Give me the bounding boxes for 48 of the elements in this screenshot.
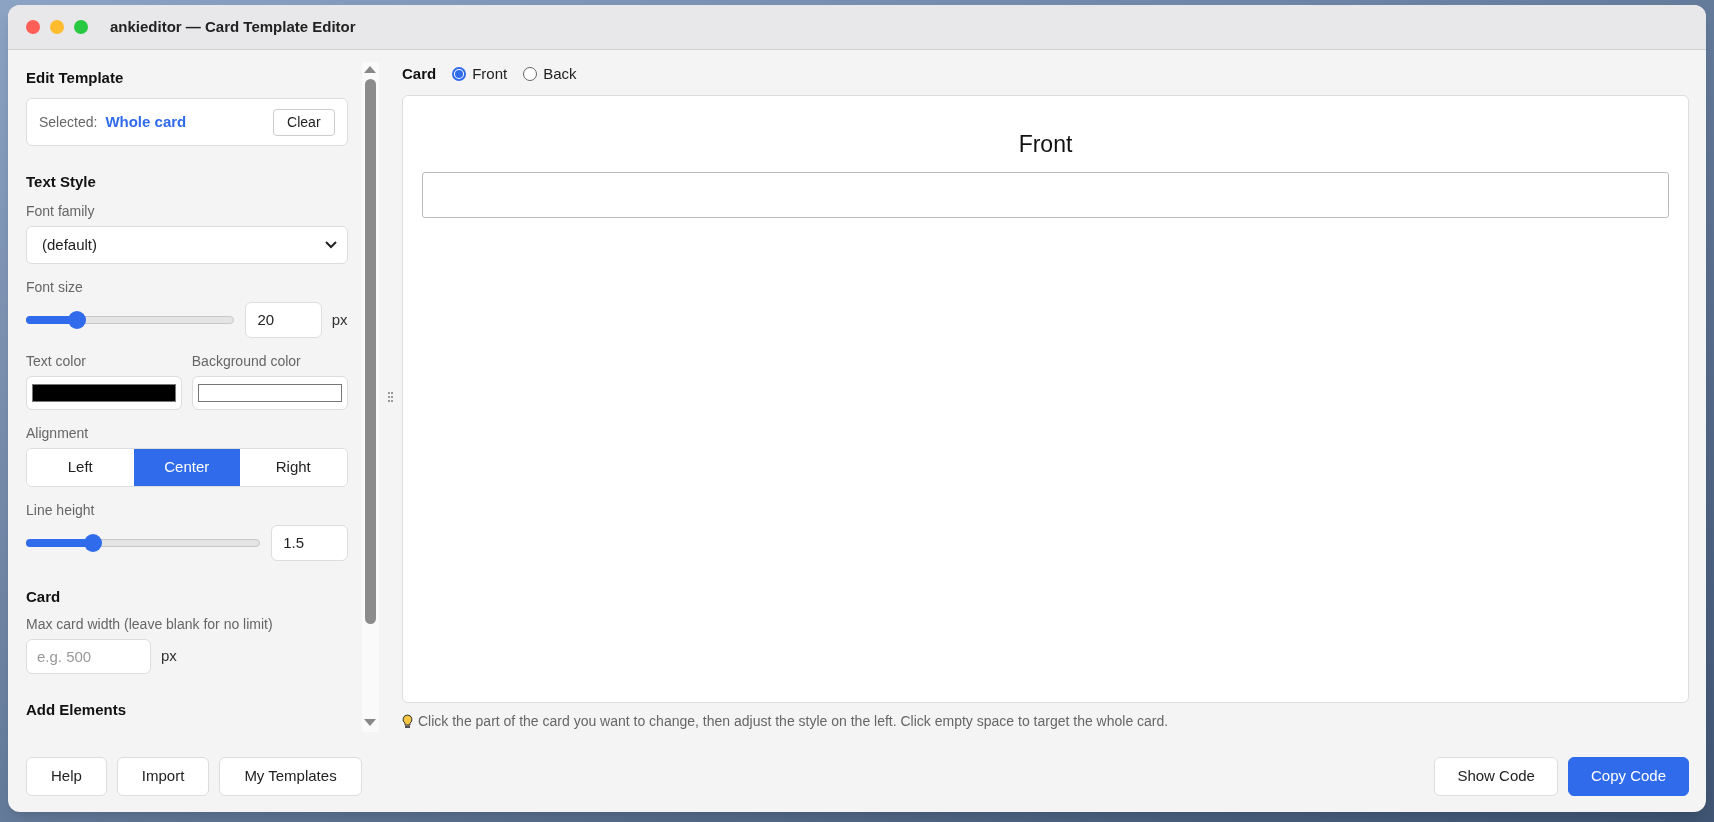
side-radio[interactable]: Front: [452, 62, 508, 86]
side-radio[interactable]: Back: [523, 62, 577, 86]
unit-label: px: [161, 646, 177, 667]
card-preview[interactable]: Front: [402, 95, 1689, 703]
footer-button[interactable]: My Templates: [219, 757, 362, 796]
slider-thumb[interactable]: [84, 534, 103, 552]
selection-value: Whole card: [105, 111, 187, 132]
color-picker[interactable]: [26, 376, 182, 410]
max-width-field[interactable]: e.g. 500: [26, 639, 151, 674]
selection-label: Selected:: [39, 112, 98, 132]
section-heading: Edit Template: [26, 68, 125, 88]
maximize-button[interactable]: [74, 20, 88, 34]
alignment-tab[interactable]: Center: [133, 449, 241, 486]
answer-box[interactable]: [422, 171, 1669, 218]
scroll-up-icon[interactable]: [364, 66, 377, 73]
color-picker[interactable]: [191, 376, 348, 410]
number-field[interactable]: 20: [245, 302, 322, 338]
hint-text: Click the part of the card you want to change, then adjust the style on the left. Click empty space to target the whole card.: [418, 712, 1169, 731]
slider[interactable]: [26, 534, 261, 552]
chevron-down-icon: [324, 241, 337, 249]
field-label: Background color: [191, 352, 302, 370]
close-button[interactable]: [26, 20, 40, 34]
clear-button[interactable]: Clear: [273, 108, 335, 136]
scroll-down-icon[interactable]: [364, 719, 377, 726]
number-field[interactable]: 1.5: [271, 525, 348, 561]
copy-code-button[interactable]: Copy Code: [1567, 757, 1689, 796]
window-title: ankieditor — Card Template Editor: [110, 16, 356, 37]
section-heading: Text Style: [26, 172, 97, 192]
font-family-dropdown[interactable]: (default): [26, 226, 348, 264]
scrollbar-thumb[interactable]: [365, 79, 376, 624]
slider[interactable]: [26, 311, 235, 329]
field-label: Text color: [26, 352, 87, 370]
field-label: Font family: [26, 202, 96, 220]
show-code-button[interactable]: Show Code: [1434, 757, 1558, 796]
footer-button[interactable]: Import: [116, 757, 210, 796]
field-label: Max card width (leave blank for no limit): [26, 615, 274, 633]
lightbulb-icon: [402, 714, 413, 729]
card-label: Card: [402, 63, 437, 84]
unit-label: px: [331, 309, 348, 330]
slider-thumb[interactable]: [67, 311, 86, 329]
footer-button[interactable]: Help: [26, 757, 107, 796]
drag-handle-icon[interactable]: [388, 392, 394, 402]
field-label: Line height: [26, 501, 96, 519]
field-label: Font size: [26, 278, 84, 296]
field-label: Alignment: [26, 424, 90, 442]
section-heading: Add Elements: [26, 700, 128, 720]
card-heading: Front: [1017, 130, 1074, 159]
section-heading: Card: [26, 587, 62, 607]
